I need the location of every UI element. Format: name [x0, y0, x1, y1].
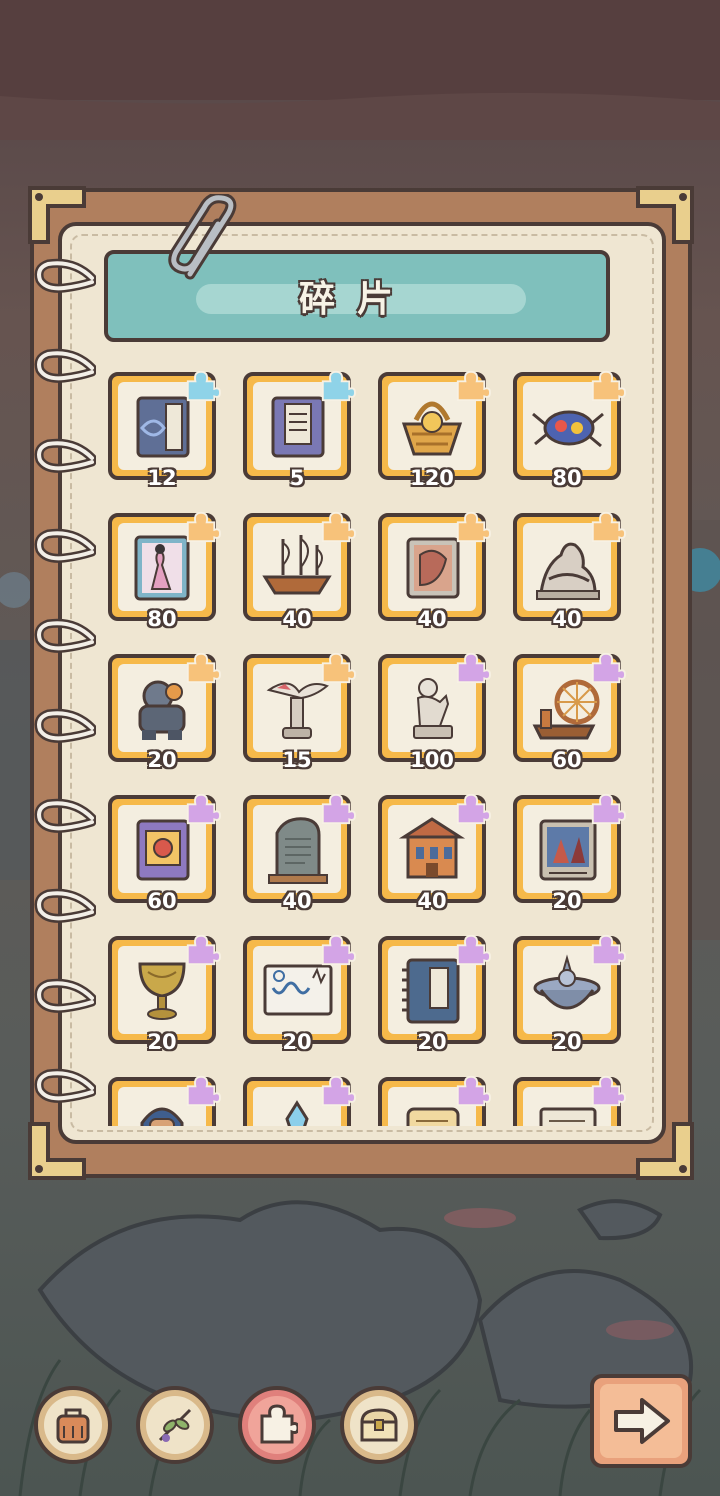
puzzle-piece-icon: [456, 1075, 491, 1107]
next-button[interactable]: [590, 1374, 692, 1468]
fragment-count: 100: [410, 748, 454, 772]
fragment-count: 20: [147, 1030, 177, 1054]
puzzle-piece-icon: [321, 793, 356, 825]
puzzle-piece-icon: [456, 934, 491, 966]
puzzle-piece-icon: [591, 934, 626, 966]
puzzle-piece-icon: [456, 511, 491, 543]
fragment-card[interactable]: 20: [513, 793, 626, 913]
fragment-card[interactable]: [378, 1075, 491, 1126]
fragment-card[interactable]: 60: [108, 793, 221, 913]
puzzle-piece-icon: [186, 793, 221, 825]
fragment-card[interactable]: 100: [378, 652, 491, 772]
fragment-count: 12: [147, 466, 177, 490]
fragment-card[interactable]: 12: [108, 370, 221, 490]
puzzle-piece-icon: [186, 652, 221, 684]
fragment-count: 80: [147, 607, 177, 631]
puzzle-piece-icon: [186, 934, 221, 966]
fragment-card[interactable]: 5: [243, 370, 356, 490]
puzzle-piece-icon: [321, 934, 356, 966]
fragment-card[interactable]: 40: [243, 511, 356, 631]
puzzle-piece-icon: [186, 370, 221, 402]
fragment-count: 40: [417, 889, 447, 913]
puzzle-piece-icon: [186, 1075, 221, 1107]
fragment-count: 15: [282, 748, 312, 772]
bottom-nav-button[interactable]: [136, 1386, 214, 1464]
fragment-card[interactable]: 20: [378, 934, 491, 1054]
fragment-count: 60: [552, 748, 582, 772]
fragment-count: 40: [282, 607, 312, 631]
treasure-chest-icon: [360, 1408, 398, 1442]
fragment-card[interactable]: 15: [243, 652, 356, 772]
fragment-card[interactable]: 40: [513, 511, 626, 631]
paperclip-icon: [168, 194, 237, 280]
puzzle-piece-icon: [321, 370, 356, 402]
fragment-count: 120: [410, 466, 454, 490]
fragment-card[interactable]: 20: [108, 934, 221, 1054]
right-arrow-icon: [614, 1398, 670, 1444]
fragment-count: 20: [282, 1030, 312, 1054]
fragment-count: 20: [552, 1030, 582, 1054]
fragment-card[interactable]: 40: [378, 511, 491, 631]
fragment-count: 40: [282, 889, 312, 913]
backpack-icon: [56, 1408, 90, 1444]
fragment-count: 60: [147, 889, 177, 913]
puzzle-piece-icon: [591, 652, 626, 684]
fragment-card[interactable]: 20: [243, 934, 356, 1054]
fragment-card[interactable]: [513, 1075, 626, 1126]
fragment-count: 5: [289, 466, 305, 490]
bottom-nav-button[interactable]: [34, 1386, 112, 1464]
fragment-count: 40: [552, 607, 582, 631]
bottom-nav-button[interactable]: [238, 1386, 316, 1464]
fragment-count: 80: [552, 466, 582, 490]
fragment-card[interactable]: 80: [513, 370, 626, 490]
spiral-ring: [34, 258, 96, 293]
fragment-count: 40: [417, 607, 447, 631]
puzzle-piece-icon: [321, 511, 356, 543]
fragment-card[interactable]: 60: [513, 652, 626, 772]
puzzle-piece-icon: [591, 370, 626, 402]
fragment-card[interactable]: [108, 1075, 221, 1126]
fragment-card[interactable]: 120: [378, 370, 491, 490]
puzzle-piece-icon: [260, 1404, 298, 1444]
puzzle-piece-icon: [186, 511, 221, 543]
fragment-card[interactable]: [243, 1075, 356, 1126]
fragment-grid: 12 5 120 80 80 40 40 40 20 15 100 60 60 40 40 20 20 20 20 2…: [70, 352, 654, 1126]
fragment-card[interactable]: 40: [378, 793, 491, 913]
puzzle-piece-icon: [321, 1075, 356, 1107]
puzzle-piece-icon: [456, 370, 491, 402]
puzzle-piece-icon: [456, 793, 491, 825]
fragment-card[interactable]: 20: [108, 652, 221, 772]
fragment-count: 20: [417, 1030, 447, 1054]
bottom-nav-button[interactable]: [340, 1386, 418, 1464]
puzzle-piece-icon: [456, 652, 491, 684]
puzzle-piece-icon: [591, 1075, 626, 1107]
fragment-count: 20: [552, 889, 582, 913]
fragment-count: 20: [147, 748, 177, 772]
fragment-card[interactable]: 80: [108, 511, 221, 631]
puzzle-piece-icon: [591, 511, 626, 543]
fragment-card[interactable]: 40: [243, 793, 356, 913]
puzzle-piece-icon: [321, 652, 356, 684]
herb-branch-icon: [158, 1408, 192, 1442]
puzzle-piece-icon: [591, 793, 626, 825]
fragment-card[interactable]: 20: [513, 934, 626, 1054]
